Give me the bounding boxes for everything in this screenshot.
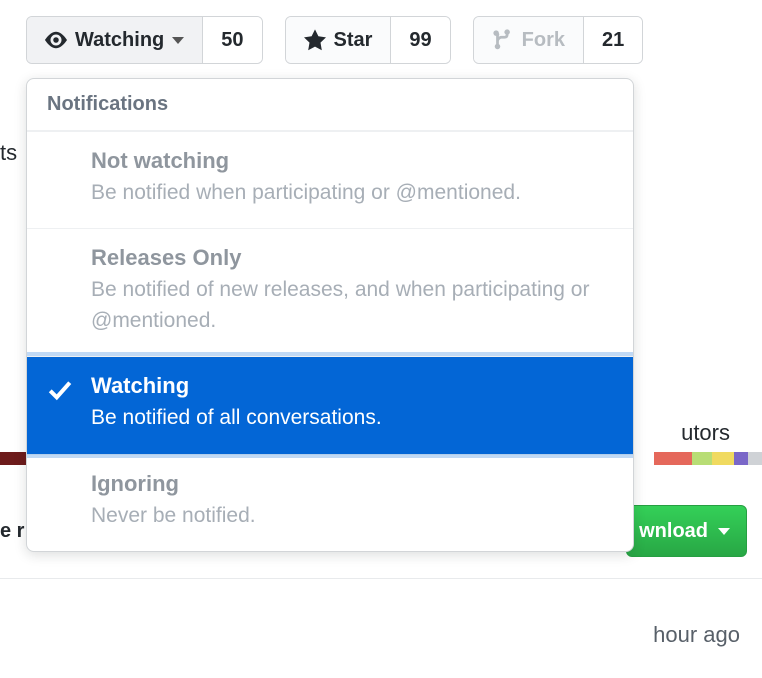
- notifications-dropdown: Notifications Not watching Be notified w…: [26, 78, 634, 552]
- option-title: Releases Only: [91, 245, 611, 271]
- star-label: Star: [334, 29, 373, 52]
- star-icon: [304, 29, 326, 51]
- watch-count[interactable]: 50: [203, 17, 261, 63]
- option-desc: Be notified of new releases, and when pa…: [91, 275, 611, 336]
- dropdown-header: Notifications: [27, 79, 633, 131]
- star-count[interactable]: 99: [391, 17, 449, 63]
- watch-button[interactable]: Watching: [27, 17, 203, 63]
- fork-button[interactable]: Fork: [474, 17, 584, 63]
- option-title: Not watching: [91, 148, 611, 174]
- dropdown-item-ignoring[interactable]: Ignoring Never be notified.: [27, 454, 633, 551]
- repo-action-bar: Watching 50 Star 99 Fork 21: [26, 16, 643, 64]
- dropdown-item-watching[interactable]: Watching Be notified of all conversation…: [26, 356, 634, 453]
- dropdown-item-not-watching[interactable]: Not watching Be notified when participat…: [27, 131, 633, 228]
- fork-count[interactable]: 21: [584, 17, 642, 63]
- download-label: wnload: [639, 520, 708, 543]
- option-desc: Be notified of all conversations.: [91, 403, 611, 433]
- star-button[interactable]: Star: [286, 17, 392, 63]
- fork-button-group: Fork 21: [473, 16, 644, 64]
- option-title: Watching: [91, 373, 611, 399]
- caret-down-icon: [718, 528, 730, 535]
- watch-button-group: Watching 50: [26, 16, 263, 64]
- cropped-text: e r: [0, 520, 24, 543]
- cropped-text: hour ago: [653, 622, 740, 648]
- watch-label: Watching: [75, 29, 164, 52]
- eye-icon: [45, 29, 67, 51]
- option-desc: Never be notified.: [91, 501, 611, 531]
- cropped-text: utors: [681, 420, 730, 446]
- clone-download-button[interactable]: wnload: [626, 505, 747, 557]
- dropdown-item-releases-only[interactable]: Releases Only Be notified of new release…: [27, 228, 633, 356]
- option-title: Ignoring: [91, 471, 611, 497]
- caret-down-icon: [172, 37, 184, 44]
- check-icon: [47, 377, 73, 403]
- fork-icon: [492, 29, 514, 51]
- fork-label: Fork: [522, 29, 565, 52]
- divider: [0, 578, 762, 579]
- cropped-text: ts: [0, 140, 17, 166]
- option-desc: Be notified when participating or @menti…: [91, 178, 611, 208]
- star-button-group: Star 99: [285, 16, 451, 64]
